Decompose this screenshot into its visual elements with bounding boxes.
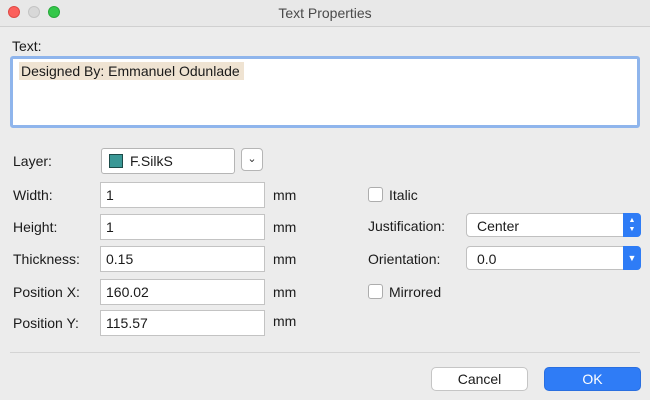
justification-label: Justification: — [368, 218, 446, 234]
thickness-field[interactable]: 0.15 — [100, 246, 265, 272]
position-x-unit: mm — [273, 284, 297, 300]
width-field[interactable]: 1 — [100, 182, 265, 208]
layer-color-swatch — [109, 154, 123, 168]
italic-label: Italic — [389, 187, 418, 203]
up-down-chevron-icon: ▲ ▼ — [623, 213, 641, 237]
layer-label: Layer: — [13, 153, 52, 169]
italic-checkbox[interactable] — [368, 187, 383, 202]
chevron-down-icon: ▼ — [623, 246, 641, 270]
position-y-unit: mm — [273, 313, 297, 329]
footer-divider — [10, 352, 640, 353]
layer-value: F.SilkS — [130, 153, 173, 169]
cancel-button[interactable]: Cancel — [431, 367, 528, 391]
orientation-label: Orientation: — [368, 251, 441, 267]
position-y-field[interactable]: 115.57 — [100, 310, 265, 336]
title-bar: Text Properties — [0, 0, 650, 27]
text-input-value: Designed By: Emmanuel Odunlade — [19, 62, 244, 80]
mirrored-label: Mirrored — [389, 284, 442, 300]
text-label: Text: — [12, 38, 42, 54]
justification-select[interactable]: Center ▲ ▼ — [466, 213, 641, 237]
window-title: Text Properties — [278, 5, 372, 21]
height-unit: mm — [273, 219, 297, 235]
width-unit: mm — [273, 187, 297, 203]
orientation-value: 0.0 — [477, 251, 497, 267]
position-y-label: Position Y: — [13, 315, 79, 331]
layer-dropdown-button[interactable]: ⌄ — [241, 148, 263, 171]
text-input[interactable]: Designed By: Emmanuel Odunlade — [10, 56, 640, 128]
position-x-label: Position X: — [13, 284, 80, 300]
justification-value: Center — [477, 218, 520, 234]
width-label: Width: — [13, 187, 53, 203]
layer-combo[interactable]: F.SilkS — [101, 148, 235, 174]
chevron-down-icon: ⌄ — [247, 153, 257, 165]
height-label: Height: — [13, 219, 58, 235]
ok-button[interactable]: OK — [544, 367, 641, 391]
position-x-field[interactable]: 160.02 — [100, 279, 265, 305]
mirrored-checkbox[interactable] — [368, 284, 383, 299]
thickness-label: Thickness: — [13, 251, 80, 267]
orientation-combo[interactable]: 0.0 ▼ — [466, 246, 641, 270]
thickness-unit: mm — [273, 251, 297, 267]
height-field[interactable]: 1 — [100, 214, 265, 240]
